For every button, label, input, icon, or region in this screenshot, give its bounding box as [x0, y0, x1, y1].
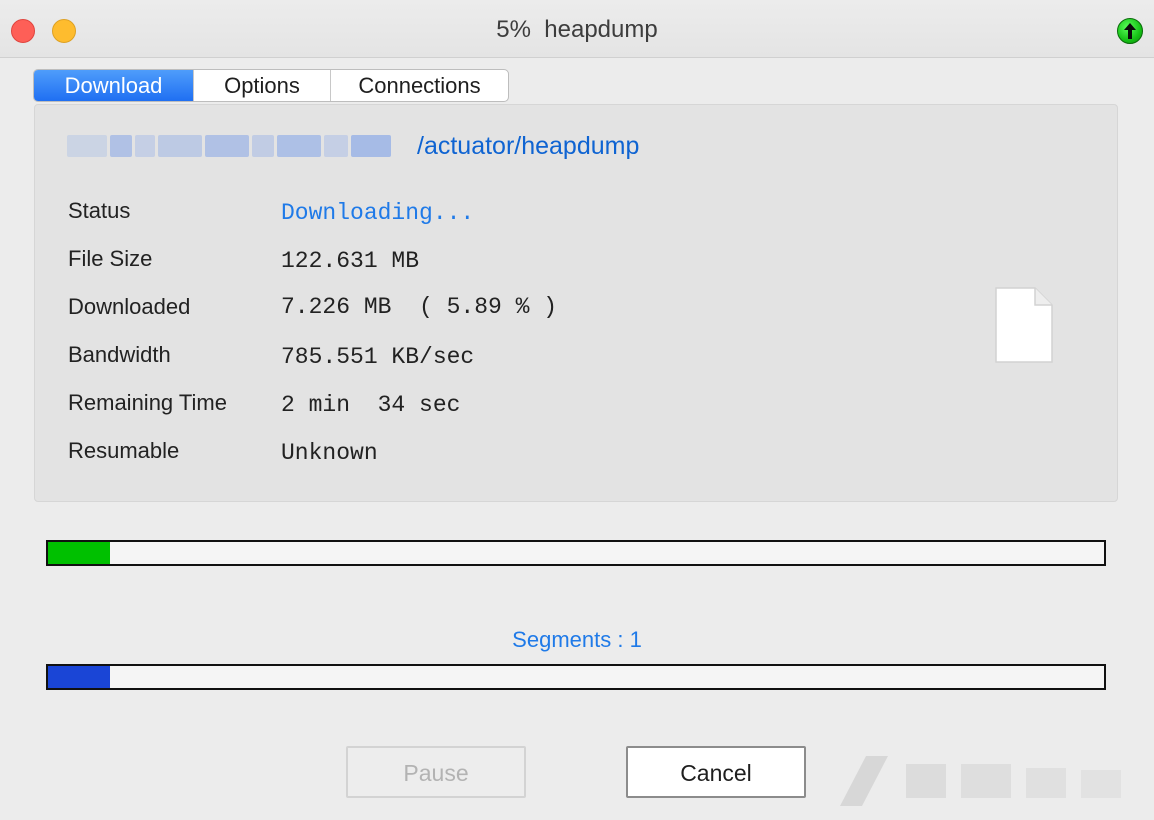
status-value: Downloading...: [281, 200, 475, 226]
downloaded-value: 7.226 MB ( 5.89 % ): [281, 294, 558, 320]
remaining-time-value: 2 min 34 sec: [281, 392, 461, 418]
resumable-label: Resumable: [68, 438, 180, 463]
status-label: Status: [68, 198, 131, 223]
watermark-logo: [840, 756, 1121, 806]
downloaded-label: Downloaded: [68, 294, 191, 319]
resumable-value: Unknown: [281, 440, 378, 466]
remaining-time-label: Remaining Time: [68, 390, 227, 415]
download-url[interactable]: /actuator/heapdump: [417, 132, 639, 161]
green-up-arrow-icon: [1117, 18, 1143, 44]
document-icon: [995, 287, 1053, 363]
download-window: 5% heapdump Download Options Connections…: [0, 0, 1154, 820]
tab-bar: Download Options Connections: [33, 69, 509, 102]
overall-progress-fill: [48, 542, 111, 564]
segment-progress-fill: [48, 666, 111, 688]
overall-progress-bar: [46, 540, 1106, 566]
bandwidth-label: Bandwidth: [68, 342, 171, 367]
title-bar: 5% heapdump: [0, 0, 1154, 58]
tab-connections[interactable]: Connections: [331, 70, 508, 101]
window-title: 5% heapdump: [496, 16, 658, 43]
bandwidth-value: 785.551 KB/sec: [281, 344, 475, 370]
tab-download[interactable]: Download: [34, 70, 194, 101]
cancel-button[interactable]: Cancel: [626, 746, 806, 798]
segment-progress-bar: [46, 664, 1106, 690]
file-size-value: 122.631 MB: [281, 248, 420, 274]
tab-options[interactable]: Options: [194, 70, 331, 101]
download-info-panel: /actuator/heapdump Status Downloading...…: [34, 104, 1118, 502]
file-size-label: File Size: [68, 246, 153, 271]
pause-button[interactable]: Pause: [346, 746, 526, 798]
redacted-url-host: [67, 132, 417, 160]
segments-label: Segments : 1: [512, 627, 642, 652]
